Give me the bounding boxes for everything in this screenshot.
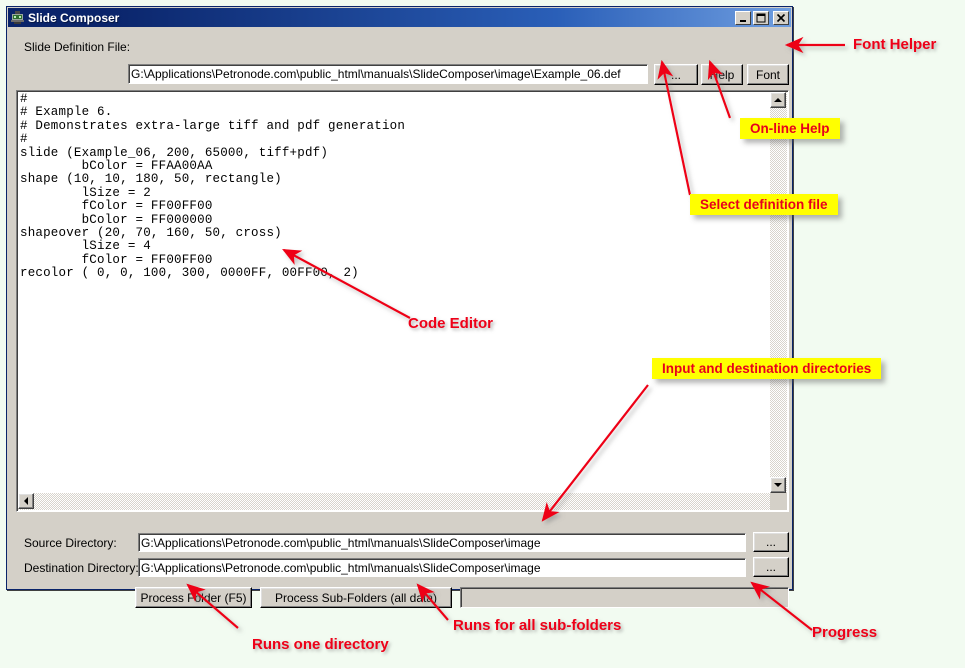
- progress-bar: [460, 587, 789, 608]
- font-button[interactable]: Font: [747, 64, 789, 85]
- window-title: Slide Composer: [28, 10, 120, 25]
- editor-horizontal-scrollbar[interactable]: [18, 493, 770, 510]
- source-directory-input[interactable]: G:\Applications\Petronode.com\public_htm…: [138, 533, 746, 552]
- scroll-down-icon[interactable]: [770, 477, 786, 493]
- browse-definition-file-button[interactable]: ...: [654, 64, 698, 85]
- scroll-left-icon[interactable]: [18, 493, 34, 509]
- title-bar[interactable]: Slide Composer: [8, 8, 791, 27]
- minimize-button[interactable]: [735, 10, 751, 25]
- window-controls: [735, 10, 789, 25]
- annotation-online-help: On-line Help: [740, 118, 840, 139]
- annotation-input-destination-directories: Input and destination directories: [652, 358, 882, 379]
- slide-composer-window: Slide Composer Slide Definition File: G:…: [6, 6, 793, 608]
- process-subfolders-button[interactable]: Process Sub-Folders (all data): [260, 587, 452, 608]
- annotation-select-definition-file: Select definition file: [690, 194, 838, 215]
- maximize-button[interactable]: [753, 10, 769, 25]
- code-editor[interactable]: # # Example 6. # Demonstrates extra-larg…: [16, 90, 789, 512]
- annotation-progress: Progress: [812, 624, 878, 641]
- slide-definition-file-input[interactable]: G:\Applications\Petronode.com\public_htm…: [128, 64, 648, 84]
- annotation-code-editor: Code Editor: [408, 315, 493, 332]
- annotation-runs-one-directory: Runs one directory: [252, 636, 389, 653]
- process-folder-button[interactable]: Process Folder (F5): [135, 587, 252, 608]
- close-button[interactable]: [773, 10, 789, 25]
- help-button[interactable]: Help: [701, 64, 743, 85]
- code-editor-text[interactable]: # # Example 6. # Demonstrates extra-larg…: [20, 93, 768, 493]
- scroll-up-icon[interactable]: [770, 92, 786, 108]
- source-directory-label: Source Directory:: [24, 536, 117, 550]
- browse-source-directory-button[interactable]: ...: [753, 532, 789, 552]
- scrollbar-corner: [770, 493, 787, 510]
- destination-directory-label: Destination Directory:: [24, 561, 139, 575]
- annotation-runs-all-subfolders: Runs for all sub-folders: [453, 617, 622, 634]
- destination-directory-input[interactable]: G:\Applications\Petronode.com\public_htm…: [138, 558, 746, 577]
- app-icon: [10, 10, 25, 25]
- window-client-area: Slide Definition File: G:\Applications\P…: [8, 28, 791, 608]
- editor-vertical-scrollbar[interactable]: [770, 92, 787, 493]
- browse-destination-directory-button[interactable]: ...: [753, 557, 789, 577]
- annotation-font-helper: Font Helper: [853, 36, 937, 53]
- slide-definition-file-label: Slide Definition File:: [24, 40, 131, 54]
